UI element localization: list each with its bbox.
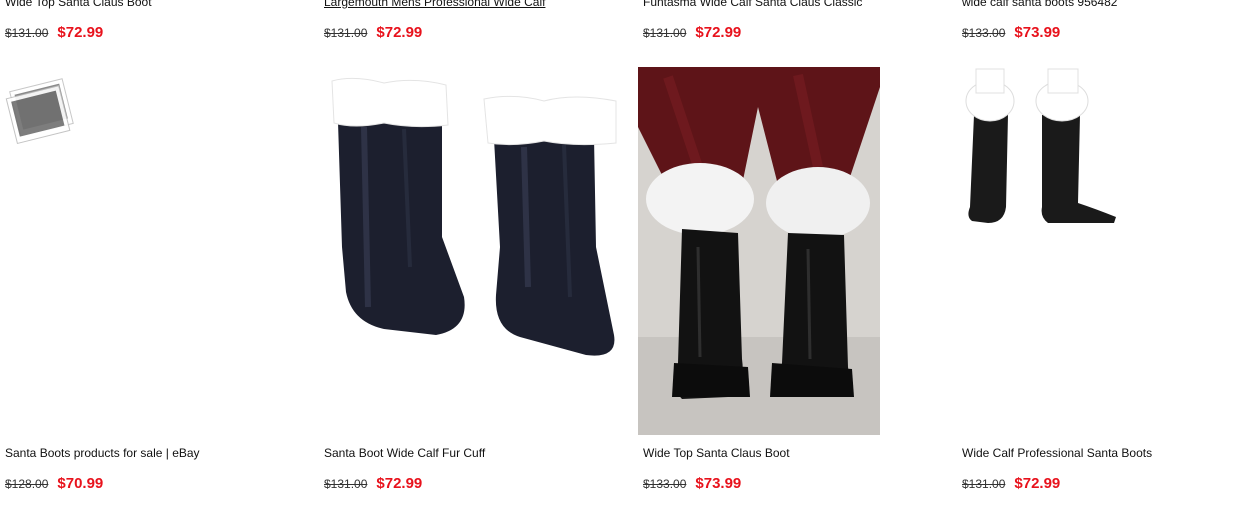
price-row: $131.00 $72.99: [324, 24, 422, 41]
product-card[interactable]: Santa Boot Wide Calf Fur Cuff $131.00 $7…: [324, 67, 624, 507]
original-price: $131.00: [324, 477, 368, 491]
black-boots-image[interactable]: [956, 67, 1116, 227]
sale-price: $72.99: [1014, 475, 1061, 492]
product-card[interactable]: Santa Boots products for sale | eBay $12…: [5, 67, 305, 507]
original-price: $133.00: [643, 477, 687, 491]
sale-price: $73.99: [1014, 24, 1061, 41]
sale-price: $72.99: [376, 475, 423, 492]
sale-price: $73.99: [695, 475, 742, 492]
product-card[interactable]: Wide Top Santa Claus Boot $133.00 $73.99: [638, 67, 938, 507]
product-title[interactable]: Santa Boot Wide Calf Fur Cuff: [324, 446, 485, 460]
product-title[interactable]: Wide Top Santa Claus Boot: [643, 446, 790, 460]
original-price: $131.00: [324, 26, 368, 40]
original-price: $131.00: [643, 26, 687, 40]
original-price: $128.00: [5, 477, 49, 491]
product-grid: Wide Top Santa Claus Boot $131.00 $72.99…: [0, 0, 1255, 518]
price-row: $131.00 $72.99: [643, 24, 741, 41]
original-price: $133.00: [962, 26, 1006, 40]
price-row: $133.00 $73.99: [962, 24, 1060, 41]
price-row: $131.00 $72.99: [324, 475, 422, 492]
product-title[interactable]: Wide Calf Professional Santa Boots: [962, 446, 1152, 460]
santa-boots-photo[interactable]: [638, 67, 880, 435]
original-price: $131.00: [962, 477, 1006, 491]
sale-price: $72.99: [695, 24, 742, 41]
product-title[interactable]: Santa Boots products for sale | eBay: [5, 446, 200, 460]
price-row: $131.00 $72.99: [962, 475, 1060, 492]
placeholder-photo-icon[interactable]: [5, 75, 75, 145]
original-price: $131.00: [5, 26, 49, 40]
sale-price: $72.99: [57, 24, 104, 41]
price-row: $131.00 $72.99: [5, 24, 103, 41]
product-title[interactable]: Funtasma Wide Calf Santa Claus Classic: [643, 0, 862, 9]
price-row: $128.00 $70.99: [5, 475, 103, 492]
product-title[interactable]: wide calf santa boots 956482: [962, 0, 1117, 9]
sale-price: $72.99: [376, 24, 423, 41]
product-card[interactable]: Wide Calf Professional Santa Boots $131.…: [962, 67, 1255, 507]
price-row: $133.00 $73.99: [643, 475, 741, 492]
product-title[interactable]: Wide Top Santa Claus Boot: [5, 0, 152, 9]
sale-price: $70.99: [57, 475, 104, 492]
boot-covers-image[interactable]: [324, 67, 624, 367]
product-title-link[interactable]: Largemouth Mens Professional Wide Calf: [324, 0, 545, 9]
